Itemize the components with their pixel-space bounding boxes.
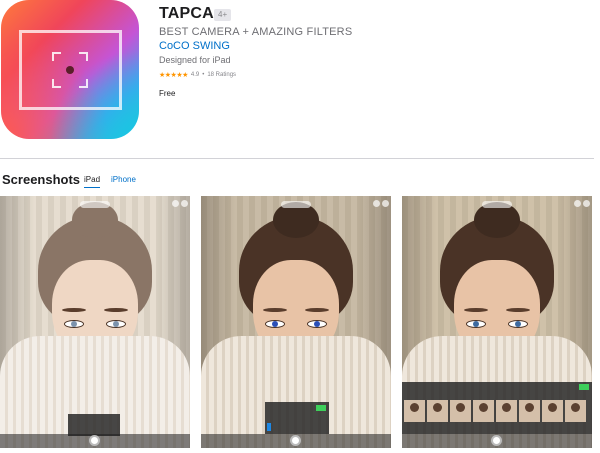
- mode-pill: [281, 201, 311, 208]
- focus-dot-icon: [66, 66, 74, 74]
- shutter-icon: [491, 435, 502, 446]
- age-rating-badge: 4+: [214, 9, 232, 21]
- screenshot-1[interactable]: [0, 196, 190, 448]
- info-icon: [172, 200, 179, 207]
- switch-camera-icon: [382, 200, 389, 207]
- screenshots-heading: Screenshots: [2, 172, 81, 187]
- mode-pill: [80, 201, 110, 208]
- screenshot-2[interactable]: [201, 196, 391, 448]
- app-icon: [1, 0, 139, 139]
- developer-link[interactable]: CoCO SWING: [159, 40, 230, 52]
- app-subtitle: BEST CAMERA + AMAZING FILTERS: [159, 26, 353, 38]
- designed-for-label: Designed for iPad: [159, 55, 231, 65]
- switch-camera-icon: [181, 200, 188, 207]
- adjust-panel: [68, 414, 120, 436]
- shutter-icon: [89, 435, 100, 446]
- shutter-icon: [290, 435, 301, 446]
- tab-ipad[interactable]: iPad: [84, 175, 101, 188]
- filter-thumbnails: [404, 400, 586, 422]
- done-icon: [579, 384, 589, 390]
- info-icon: [574, 200, 581, 207]
- crop-panel: [265, 402, 329, 434]
- ratings-count: 18 Ratings: [207, 72, 237, 78]
- rating-row: ★★★★★ 4.9 • 18 Ratings: [159, 71, 236, 79]
- switch-camera-icon: [583, 200, 590, 207]
- price-label: Free: [159, 89, 176, 98]
- app-title: TAPCA: [159, 5, 214, 22]
- rating-separator: •: [202, 72, 205, 78]
- mode-pill: [482, 201, 512, 208]
- info-icon: [373, 200, 380, 207]
- rating-value: 4.9: [190, 72, 200, 78]
- filter-panel: [402, 382, 592, 434]
- screenshot-3[interactable]: [402, 196, 592, 448]
- tab-iphone[interactable]: iPhone: [111, 175, 136, 184]
- section-divider: [0, 158, 594, 159]
- star-rating-icon: ★★★★★: [159, 72, 188, 79]
- save-icon: [316, 405, 326, 411]
